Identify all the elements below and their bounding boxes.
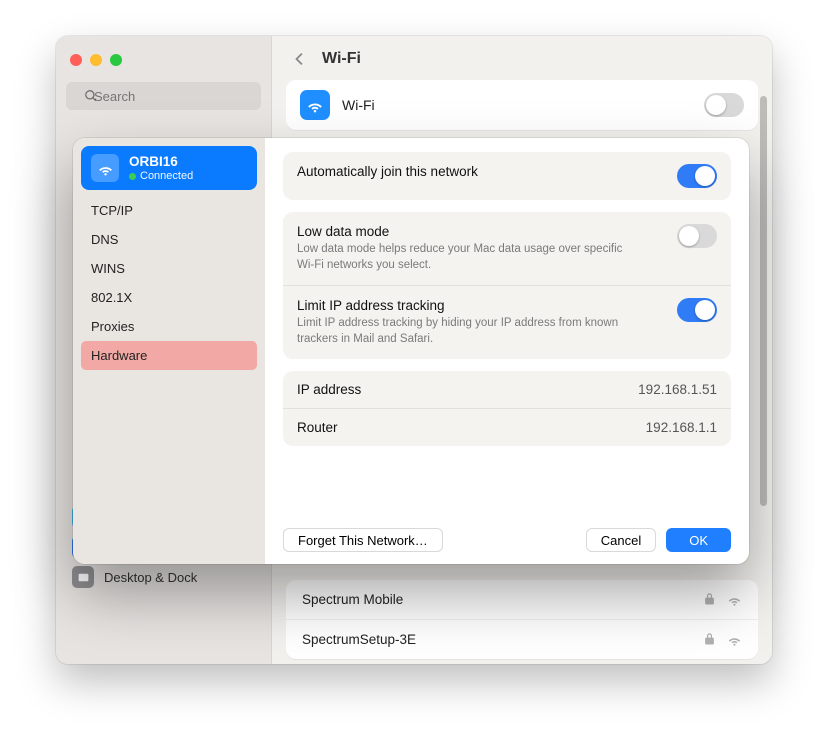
low-data-desc: Low data mode helps reduce your Mac data… (297, 242, 637, 273)
sheet-tab-tcpip[interactable]: TCP/IP (81, 196, 257, 225)
wifi-master-toggle[interactable] (704, 93, 744, 117)
lock-icon (702, 632, 717, 647)
sheet-tab-hardware[interactable]: Hardware (81, 341, 257, 370)
sidebar-item-desktop-dock[interactable]: Desktop & Dock (64, 562, 263, 592)
ip-address-label: IP address (297, 382, 361, 397)
ip-address-value: 192.168.1.51 (638, 382, 717, 397)
wifi-icon (91, 154, 119, 182)
sheet-network-header[interactable]: ORBI16 Connected (81, 146, 257, 190)
network-row[interactable]: SpectrumSetup-3E (286, 619, 758, 659)
network-name: SpectrumSetup-3E (302, 632, 416, 647)
limit-ip-toggle[interactable] (677, 298, 717, 322)
close-window-button[interactable] (70, 54, 82, 66)
sheet-content: Automatically join this network Low data… (265, 138, 749, 564)
router-value: 192.168.1.1 (646, 420, 717, 435)
limit-ip-desc: Limit IP address tracking by hiding your… (297, 316, 637, 347)
auto-join-toggle[interactable] (677, 164, 717, 188)
back-button[interactable] (290, 50, 308, 68)
wifi-label: Wi-Fi (342, 97, 375, 113)
ip-info-panel: IP address 192.168.1.51 Router 192.168.1… (283, 371, 731, 446)
low-data-label: Low data mode (297, 224, 637, 239)
sheet-tab-wins[interactable]: WINS (81, 254, 257, 283)
other-networks-card: Spectrum Mobile SpectrumSetup-3E (286, 580, 758, 659)
dock-icon (72, 566, 94, 588)
cancel-button[interactable]: Cancel (586, 528, 656, 552)
main-header: Wi-Fi (272, 36, 772, 76)
wifi-signal-icon (727, 632, 742, 647)
page-title: Wi-Fi (322, 50, 361, 68)
auto-join-panel: Automatically join this network (283, 152, 731, 200)
scrollbar[interactable] (760, 96, 767, 506)
network-details-sheet: ORBI16 Connected TCP/IPDNSWINS802.1XProx… (73, 138, 749, 564)
low-data-toggle[interactable] (677, 224, 717, 248)
connection-status: Connected (129, 170, 193, 182)
sheet-tab-proxies[interactable]: Proxies (81, 312, 257, 341)
lock-icon (702, 592, 717, 607)
forget-network-button[interactable]: Forget This Network… (283, 528, 443, 552)
wifi-signal-icon (727, 592, 742, 607)
fullscreen-window-button[interactable] (110, 54, 122, 66)
network-name: Spectrum Mobile (302, 592, 403, 607)
ssid-name: ORBI16 (129, 154, 193, 170)
status-dot-icon (129, 173, 136, 180)
ok-button[interactable]: OK (666, 528, 731, 552)
minimize-window-button[interactable] (90, 54, 102, 66)
sheet-footer: Forget This Network… Cancel OK (283, 528, 731, 552)
wifi-master-card: Wi-Fi (286, 80, 758, 130)
search-field-wrap (66, 82, 261, 110)
search-icon (84, 89, 98, 103)
data-options-panel: Low data mode Low data mode helps reduce… (283, 212, 731, 359)
limit-ip-label: Limit IP address tracking (297, 298, 637, 313)
window-controls (56, 50, 271, 82)
auto-join-label: Automatically join this network (297, 164, 478, 179)
sheet-sidebar: ORBI16 Connected TCP/IPDNSWINS802.1XProx… (73, 138, 265, 564)
sheet-tab-dns[interactable]: DNS (81, 225, 257, 254)
wifi-icon (300, 90, 330, 120)
network-row[interactable]: Spectrum Mobile (286, 580, 758, 619)
sidebar-item-label: Desktop & Dock (104, 570, 197, 585)
sheet-tab-8021x[interactable]: 802.1X (81, 283, 257, 312)
router-label: Router (297, 420, 338, 435)
